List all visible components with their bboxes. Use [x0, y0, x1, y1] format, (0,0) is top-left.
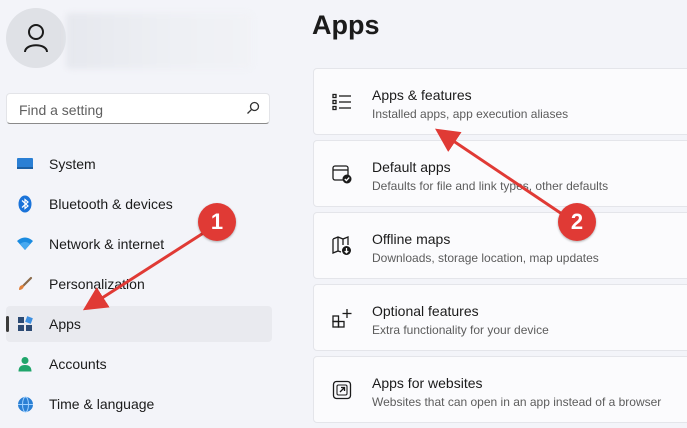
annotation-badge-1: 1 [198, 203, 236, 241]
annotation-badge-2: 2 [558, 203, 596, 241]
arrow-1 [82, 230, 206, 311]
arrow-2 [435, 128, 563, 216]
